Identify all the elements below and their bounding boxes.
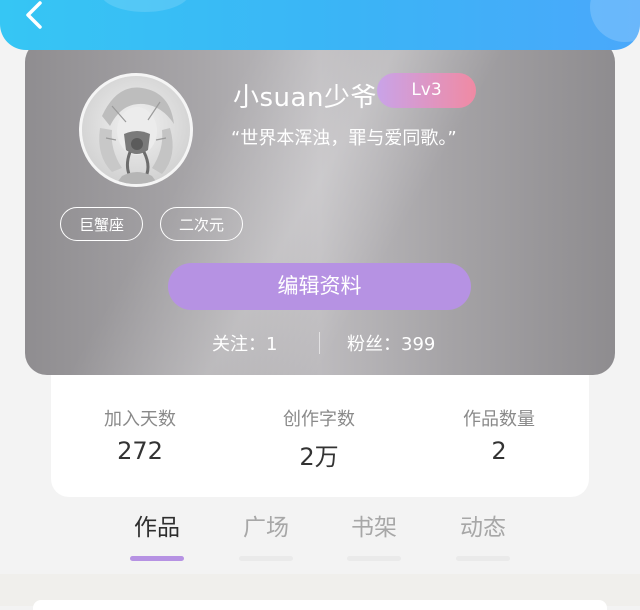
tab-indicator [456, 556, 510, 561]
tab-indicator [347, 556, 401, 561]
tab-works[interactable]: 作品 [127, 510, 187, 561]
tag-zodiac: 巨蟹座 [60, 207, 143, 241]
level-badge: Lv3 [377, 73, 476, 108]
tab-label: 书架 [351, 515, 397, 541]
username: 小suan少爷 [233, 83, 377, 113]
tab-label: 动态 [460, 515, 506, 541]
motto-text: “世界本浑浊，罪与爱同歌。” [231, 128, 457, 149]
top-bar [0, 0, 640, 50]
stat-label: 加入天数 [104, 409, 176, 430]
tag-interest: 二次元 [160, 207, 243, 241]
follow-stats-row: 关注：1 粉丝：399 [25, 330, 615, 358]
content-card-top [33, 600, 607, 610]
tab-activity[interactable]: 动态 [453, 510, 513, 561]
stat-label: 作品数量 [463, 409, 535, 430]
stat-join-days: 加入天数 272 [70, 405, 210, 465]
tab-bar: 作品 广场 书架 动态 [0, 510, 640, 570]
tab-label: 作品 [134, 515, 180, 541]
stats-card: 加入天数 272 创作字数 2万 作品数量 2 [51, 355, 589, 497]
tab-label: 广场 [243, 515, 289, 541]
avatar[interactable] [79, 73, 193, 187]
stat-works-count: 作品数量 2 [429, 405, 569, 465]
avatar-image [82, 76, 190, 184]
tab-square[interactable]: 广场 [236, 510, 296, 561]
decorative-bubble [100, 0, 190, 12]
tab-bookshelf[interactable]: 书架 [344, 510, 404, 561]
stat-value: 272 [117, 437, 163, 465]
stat-value: 2万 [299, 443, 339, 471]
follows-count[interactable]: 关注：1 [212, 330, 277, 356]
divider [319, 332, 320, 354]
stat-label: 创作字数 [283, 409, 355, 430]
content-area [0, 574, 640, 610]
chevron-left-icon [26, 1, 42, 29]
tab-indicator [239, 556, 293, 561]
profile-card: 小suan少爷 Lv3 “世界本浑浊，罪与爱同歌。” 巨蟹座 二次元 编辑资料 … [25, 40, 615, 375]
fans-count[interactable]: 粉丝：399 [347, 330, 435, 356]
tab-indicator [130, 556, 184, 561]
stat-value: 2 [491, 437, 507, 465]
edit-profile-button[interactable]: 编辑资料 [168, 263, 471, 310]
decorative-bubble [590, 0, 640, 42]
stat-word-count: 创作字数 2万 [249, 405, 389, 472]
back-button[interactable] [18, 0, 54, 36]
